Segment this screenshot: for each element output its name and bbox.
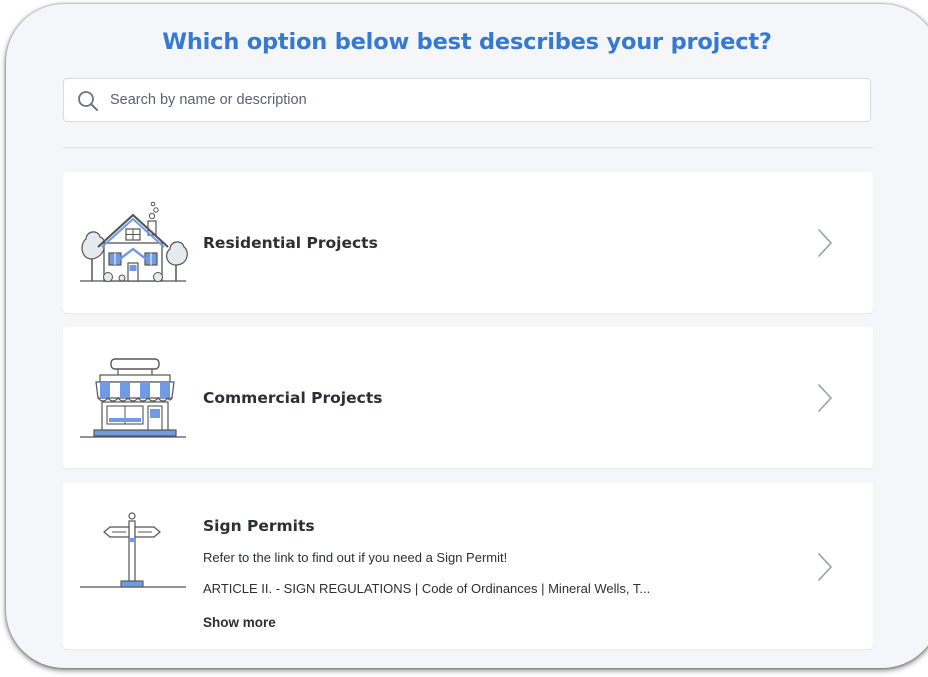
show-more-button[interactable]: Show more xyxy=(203,615,276,630)
chevron-right-icon xyxy=(818,384,833,412)
search-box[interactable] xyxy=(63,78,871,122)
chevron-right-icon xyxy=(818,229,833,257)
option-title: Sign Permits xyxy=(203,517,315,535)
app-frame: Which option below best describes your p… xyxy=(6,4,928,668)
divider xyxy=(63,147,873,148)
page-title: Which option below best describes your p… xyxy=(162,29,772,55)
house-illustration-icon xyxy=(80,201,188,282)
option-description: Refer to the link to find out if you nee… xyxy=(203,550,508,565)
option-card-sign-permits[interactable]: Sign Permits Refer to the link to find o… xyxy=(63,483,873,649)
search-input[interactable] xyxy=(110,79,850,121)
option-card-residential[interactable]: Residential Projects xyxy=(63,172,873,313)
option-card-commercial[interactable]: Commercial Projects xyxy=(63,327,873,468)
option-title: Commercial Projects xyxy=(203,389,383,407)
chevron-right-icon xyxy=(818,553,833,581)
storefront-illustration-icon xyxy=(80,358,186,438)
signpost-illustration-icon xyxy=(80,512,186,588)
option-title: Residential Projects xyxy=(203,234,378,252)
search-icon xyxy=(78,91,98,111)
option-link[interactable]: ARTICLE II. - SIGN REGULATIONS | Code of… xyxy=(203,581,650,596)
